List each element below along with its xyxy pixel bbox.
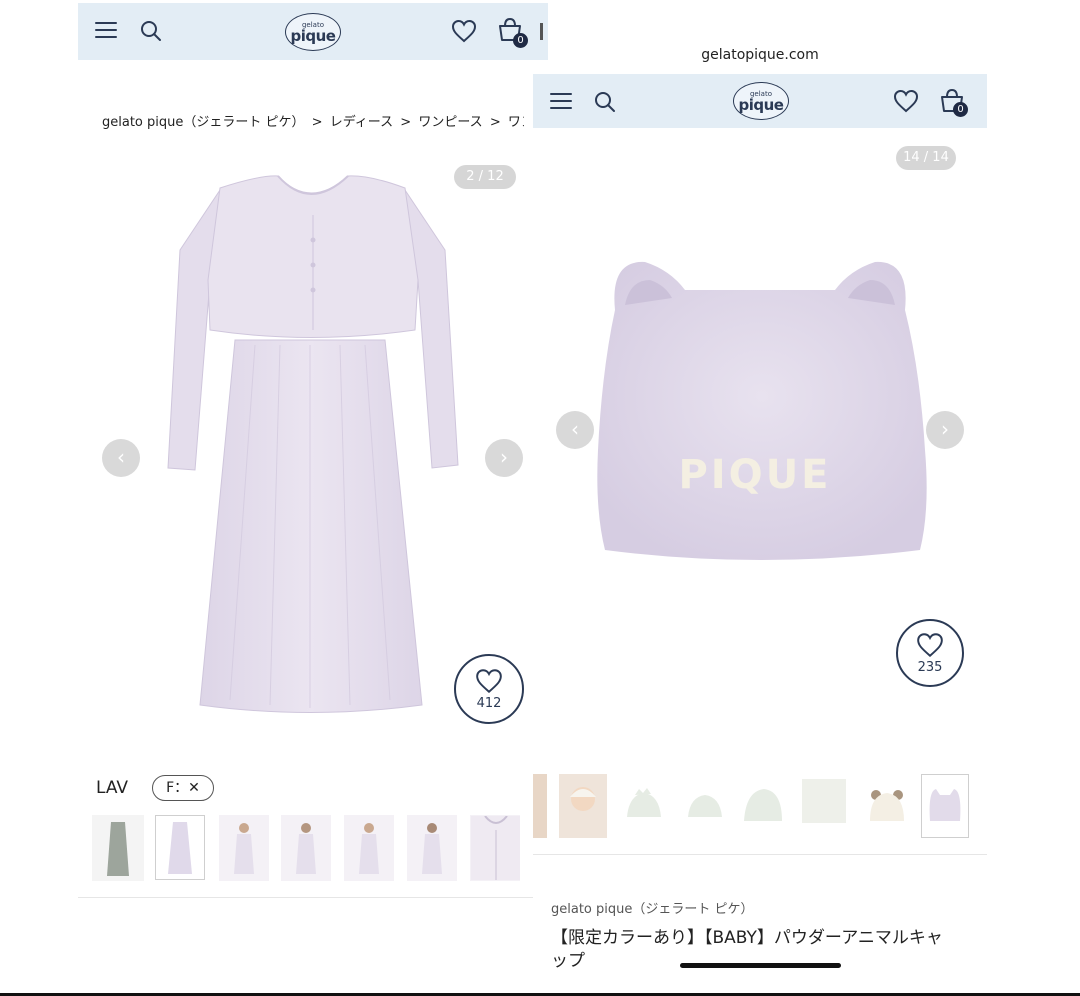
thumbnail[interactable] xyxy=(799,774,849,838)
thumbnail[interactable] xyxy=(92,815,144,881)
thumbnail-selected[interactable] xyxy=(921,774,969,838)
breadcrumb-item-onepiece-2[interactable]: ワンピー xyxy=(508,115,524,130)
breadcrumb: gelato pique（ジェラート ピケ） > レディース > ワンピース >… xyxy=(102,111,524,130)
product-title-line1: 【限定カラーあり】【BABY】パウダーアニマルキャ xyxy=(551,928,943,948)
heart-icon xyxy=(917,632,943,657)
thumbnail[interactable] xyxy=(219,815,269,881)
menu-icon[interactable] xyxy=(550,91,572,111)
cart-button[interactable]: 0 xyxy=(497,17,531,49)
url-bar-text: gelatopique.com xyxy=(701,47,819,63)
product-image-hat: PIQUE xyxy=(597,261,927,560)
section-divider xyxy=(78,897,533,898)
prev-image-button[interactable]: ‹ xyxy=(556,411,594,449)
menu-icon[interactable] xyxy=(95,20,117,40)
brand-logo[interactable]: gelato pique xyxy=(285,13,341,51)
favorite-count: 235 xyxy=(917,659,943,675)
thumbnail-selected[interactable] xyxy=(155,815,205,880)
breadcrumb-item-brand[interactable]: gelato pique（ジェラート ピケ） xyxy=(102,115,305,130)
brand-logo[interactable]: gelato pique xyxy=(733,82,789,120)
breadcrumb-item-ladies[interactable]: レディース xyxy=(330,115,393,130)
breadcrumb-item-onepiece[interactable]: ワンピース xyxy=(418,115,482,130)
thumbnail[interactable] xyxy=(739,774,787,838)
size-chip[interactable]: F：✕ xyxy=(152,775,214,801)
thumbnail[interactable] xyxy=(281,815,331,881)
search-icon[interactable] xyxy=(140,20,162,42)
image-counter: 14 / 14 xyxy=(896,146,956,170)
next-image-button[interactable]: › xyxy=(926,411,964,449)
color-label: LAV xyxy=(96,778,129,798)
thumbnail[interactable] xyxy=(863,774,911,838)
favorite-button[interactable]: 235 xyxy=(896,619,964,687)
product-brand[interactable]: gelato pique（ジェラート ピケ） xyxy=(551,898,754,917)
thumbnail[interactable] xyxy=(344,815,394,881)
search-icon[interactable] xyxy=(594,91,616,113)
thumbnail-strip xyxy=(92,815,520,881)
thumbnail-strip xyxy=(533,774,987,838)
thumbnail[interactable] xyxy=(407,815,457,881)
heart-icon xyxy=(476,668,502,693)
section-divider xyxy=(533,854,987,855)
heart-icon[interactable] xyxy=(893,89,919,113)
cart-count-badge: 0 xyxy=(953,102,968,117)
home-indicator xyxy=(680,963,841,968)
thumbnail[interactable] xyxy=(681,774,729,838)
prev-image-button[interactable]: ‹ xyxy=(102,439,140,477)
hat-embroidery-text: PIQUE xyxy=(678,452,831,498)
next-image-button[interactable]: › xyxy=(485,439,523,477)
thumbnail[interactable] xyxy=(533,774,547,838)
thumbnail[interactable] xyxy=(559,774,607,838)
logo-text: pique xyxy=(738,95,784,114)
thumbnail[interactable] xyxy=(620,774,668,838)
favorite-count: 412 xyxy=(476,695,502,711)
thumbnail[interactable] xyxy=(470,815,520,881)
product-image-dress xyxy=(167,175,459,713)
cart-count-badge: 0 xyxy=(513,33,528,48)
cart-button[interactable]: 0 xyxy=(939,88,973,120)
logo-text: pique xyxy=(290,26,336,45)
favorite-button[interactable]: 412 xyxy=(454,654,524,724)
scroll-indicator xyxy=(540,23,543,40)
heart-icon[interactable] xyxy=(451,19,477,43)
